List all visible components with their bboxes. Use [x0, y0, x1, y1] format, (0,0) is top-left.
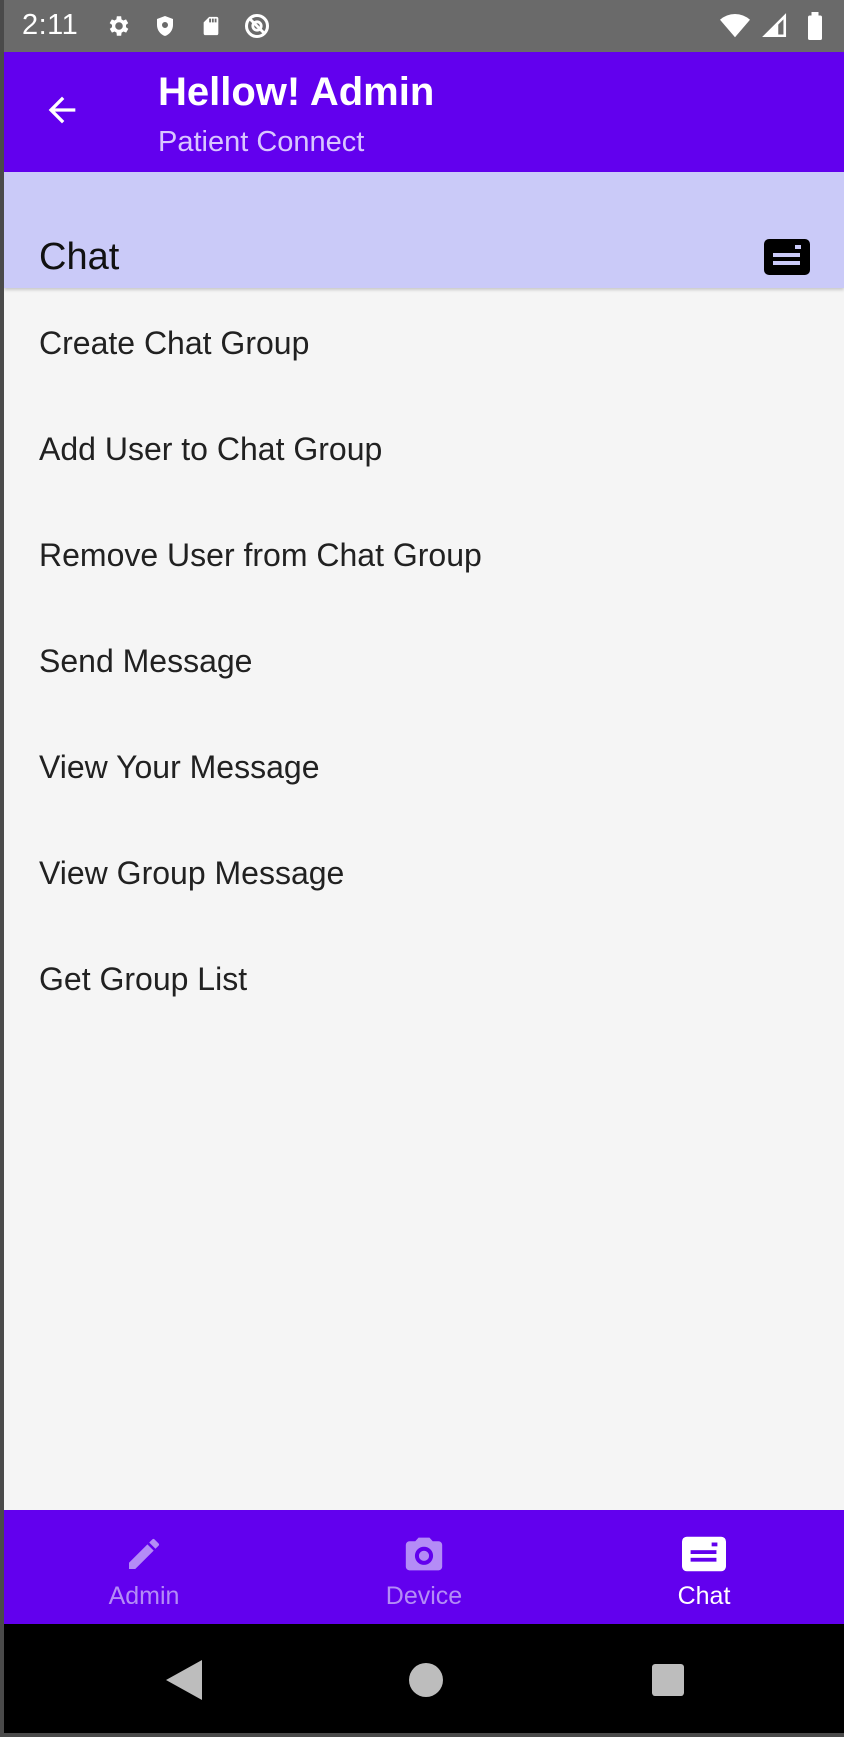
bottom-nav: Admin Device Chat [4, 1510, 844, 1624]
battery-icon [800, 11, 830, 41]
menu-item-view-your-message[interactable]: View Your Message [4, 714, 844, 820]
chat-card-icon [764, 239, 810, 279]
tab-admin[interactable]: Admin [4, 1510, 284, 1624]
triangle-back-icon [166, 1660, 202, 1700]
section-header: Chat [4, 172, 844, 288]
gear-icon [104, 11, 134, 41]
system-home-button[interactable] [404, 1658, 448, 1702]
status-icons-left [104, 11, 272, 41]
wifi-icon [720, 11, 750, 41]
status-time: 2:11 [22, 9, 79, 41]
menu-item-add-user-to-chat-group[interactable]: Add User to Chat Group [4, 396, 844, 502]
sd-card-icon [196, 11, 226, 41]
section-title: Chat [39, 236, 120, 278]
device-screen: 2:11 Hellow! Admin Patient Connect Chat … [4, 0, 844, 1733]
system-recents-button[interactable] [646, 1658, 690, 1702]
app-subtitle: Patient Connect [158, 126, 365, 158]
app-bar: Hellow! Admin Patient Connect [4, 52, 844, 172]
pencil-icon [122, 1532, 166, 1576]
tab-chat-label: Chat [677, 1582, 731, 1610]
back-button[interactable] [34, 82, 90, 138]
arrow-back-icon [48, 96, 76, 124]
system-back-button[interactable] [162, 1658, 206, 1702]
status-icons-right [720, 11, 830, 41]
chat-menu-list: Create Chat Group Add User to Chat Group… [4, 290, 844, 1032]
menu-item-view-group-message[interactable]: View Group Message [4, 820, 844, 926]
cell-signal-icon [760, 11, 790, 41]
status-bar: 2:11 [4, 0, 844, 52]
chat-card-icon [682, 1532, 726, 1576]
camera-icon [402, 1532, 446, 1576]
menu-item-create-chat-group[interactable]: Create Chat Group [4, 290, 844, 396]
tab-chat[interactable]: Chat [564, 1510, 844, 1624]
system-nav-bar [4, 1624, 844, 1733]
app-title: Hellow! Admin [158, 70, 435, 114]
square-recents-icon [652, 1664, 684, 1696]
menu-item-get-group-list[interactable]: Get Group List [4, 926, 844, 1032]
at-sign-icon [242, 11, 272, 41]
shield-icon [150, 11, 180, 41]
menu-item-remove-user-from-chat-group[interactable]: Remove User from Chat Group [4, 502, 844, 608]
tab-device-label: Device [385, 1582, 463, 1610]
circle-home-icon [409, 1663, 443, 1697]
menu-item-send-message[interactable]: Send Message [4, 608, 844, 714]
tab-device[interactable]: Device [284, 1510, 564, 1624]
tab-admin-label: Admin [108, 1582, 180, 1610]
